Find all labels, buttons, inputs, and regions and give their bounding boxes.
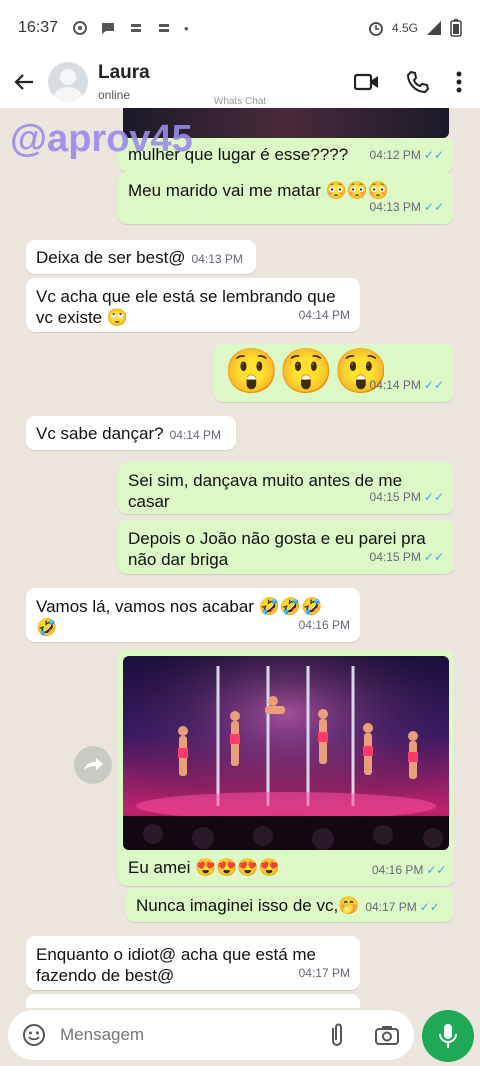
message-text: Eu amei 😍😍😍😍 [128,858,280,877]
brand-label: Whats Chat [213,96,267,107]
forward-icon [84,758,103,770]
read-receipt-icon: ✓✓ [423,378,444,392]
message-text: Deixa de ser best@ [36,248,186,267]
alarm-icon [369,22,383,36]
attach-icon[interactable] [328,1022,346,1048]
message-outgoing[interactable]: Nunca imaginei isso de vc,🤭 04:17 PM ✓✓ [126,888,454,922]
forward-button[interactable] [74,746,112,784]
message-text: Vc acha que ele está se lembrando que vc… [36,287,336,327]
read-receipt-icon: ✓✓ [419,900,440,914]
dance-photo[interactable] [123,656,449,850]
message-time: 04:17 PM ✓✓ [365,900,440,914]
message-time: 04:12 PM ✓✓ [369,148,444,162]
back-button[interactable] [10,68,38,96]
message-outgoing[interactable]: Meu marido vai me matar 😳😳😳 04:13 PM ✓✓ [118,172,454,224]
network-label: 4.5G [391,21,418,35]
message-time: 04:16 PM [298,618,350,632]
message-time: 04:16 PM ✓✓ [372,863,447,877]
notification-icons: • [72,20,189,36]
message-time: 04:13 PM ✓✓ [369,200,444,214]
message-outgoing[interactable]: Depois o João não gosta e eu parei pra n… [118,520,454,574]
signal-icon [427,21,441,35]
read-receipt-icon: ✓✓ [423,200,444,214]
arrow-left-icon [14,74,33,90]
read-receipt-icon: ✓✓ [426,863,447,877]
message-time: 04:15 PM ✓✓ [369,550,444,564]
message-text: Enquanto o idiot@ acha que está me fazen… [36,945,317,985]
header-actions [354,70,462,94]
message-time: 04:13 PM [191,252,243,266]
stage-illustration [123,656,449,850]
status-time: 16:37 [18,19,59,36]
status-bar: 16:37 • 4.5G [0,0,480,56]
contact-name: Laura [98,62,150,83]
message-outgoing[interactable]: Sei sim, dançava muito antes de me casar… [118,462,454,514]
message-incoming[interactable]: Deixa de ser best@ 04:13 PM [26,240,256,274]
message-input-bar [0,1008,480,1066]
message-time: 04:14 PM [298,308,350,322]
read-receipt-icon: ✓✓ [423,550,444,564]
mic-button[interactable] [422,1010,474,1062]
message-text: Vamos lá, vamos nos acabar 🤣🤣🤣🤣 [36,597,323,637]
message-incoming[interactable]: Enquanto o idiot@ acha que está me fazen… [26,936,360,990]
more-notifications-dot: • [184,20,189,36]
message-outgoing[interactable]: 😲😲😲 04:14 PM ✓✓ [214,344,454,402]
message-time: 04:14 PM ✓✓ [369,378,444,392]
message-incoming[interactable]: Vc sabe dançar? 04:14 PM [26,416,236,450]
battery-icon [450,19,462,37]
video-call-icon[interactable] [354,72,380,92]
message-time: 04:14 PM [169,428,221,442]
camera-icon[interactable] [374,1024,400,1046]
system-indicators: 4.5G [368,19,462,37]
message-input-box [8,1010,414,1060]
message-incoming[interactable]: Vc acha que ele está se lembrando que vc… [26,278,360,332]
more-options-icon[interactable] [456,71,462,93]
message-incoming[interactable]: Vamos lá, vamos nos acabar 🤣🤣🤣🤣 04:16 PM [26,588,360,642]
app-notification-icon [131,24,142,32]
message-text: Vc sabe dançar? [36,424,164,443]
message-text: Nunca imaginei isso de vc,🤭 [136,896,360,915]
watermark: @aprov45 [10,118,193,160]
message-text: Meu marido vai me matar 😳😳😳 [128,181,389,200]
read-receipt-icon: ✓✓ [423,490,444,504]
message-time: 04:15 PM ✓✓ [369,490,444,504]
chat-notification-icon [102,23,115,34]
message-input[interactable] [60,1025,328,1045]
message-time: 04:17 PM [298,966,350,980]
read-receipt-icon: ✓✓ [423,148,444,162]
emoji-icon[interactable] [22,1023,46,1047]
message-text: 😲😲😲 [224,347,389,396]
phone-call-icon[interactable] [406,70,430,94]
microphone-icon [439,1024,457,1048]
settings-notification-icon [73,21,88,35]
app-notification-icon-2 [159,24,170,32]
